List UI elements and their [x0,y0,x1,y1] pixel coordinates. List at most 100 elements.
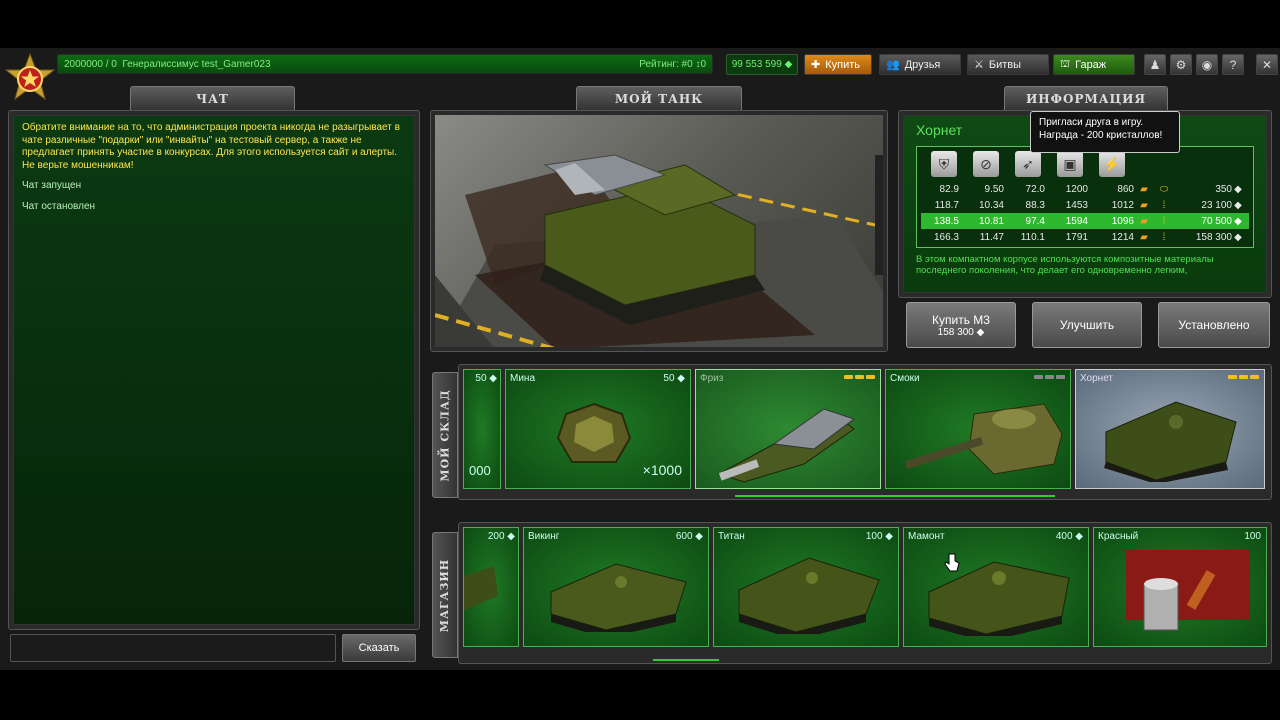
buy-modification-button[interactable]: Купить М3 158 300 ◆ [906,302,1016,348]
garage-button[interactable]: ⛫ Гараж [1053,54,1135,75]
shop-card-mammoth[interactable]: Мамонт 400 ◆ [903,527,1089,647]
shop-card-viking[interactable]: Викинг 600 ◆ [523,527,709,647]
rating-delta: ↕0 [695,58,706,70]
stat-value: 138.5 [933,215,959,227]
rank-icon: ▰ [1140,183,1148,195]
rank-icon: ▰ [1140,215,1148,227]
stat-value: 1096 [1111,215,1134,227]
stat-value: 110.1 [1020,231,1045,243]
crystal-icon: ◆ [507,531,515,542]
stat-value: 1791 [1065,231,1088,243]
card-name: Викинг [528,531,560,542]
stat-value: 82.9 [939,183,959,195]
friends-button[interactable]: 👥 Друзья [879,54,961,75]
rank-icon: ▰ [1140,199,1148,211]
garage-icon: ⛫ [1060,57,1071,70]
rating-text: Рейтинг: #0 [639,58,693,70]
installed-label: Установлено [1178,318,1250,332]
warehouse-card-smoky[interactable]: Смоки [885,369,1071,489]
tab-my-tank-label: МОЙ ТАНК [614,91,704,106]
tab-info-label: ИНФОРМАЦИЯ [1025,91,1147,106]
stat-price: 23 100 [1201,199,1232,211]
battles-button[interactable]: ⚔ Битвы [967,54,1049,75]
crystal-icon: ◆ [1234,231,1242,243]
send-label: Сказать [358,642,400,654]
crystal-icon: ◆ [1234,215,1242,227]
mine-icon [556,402,632,463]
stats-row[interactable]: 138.5 10.81 97.4 1594 1096 ▰ ⁞ 70 500 ◆ [921,213,1249,229]
shop-scrollbar[interactable] [653,659,719,661]
upgrade-level-bars [1034,375,1065,379]
crystal-icon: ◆ [677,373,685,384]
card-name: Хорнет [1080,373,1114,384]
crystal-icon: ◆ [695,531,703,542]
partial-price: 200 [487,531,505,542]
plus-icon: ✚ [811,59,821,71]
chat-system-message: Чат запущен [22,180,82,191]
send-message-button[interactable]: Сказать [342,634,416,662]
stats-row[interactable]: 82.9 9.50 72.0 1200 860 ▰ ⬭ 350 ◆ [921,181,1249,197]
tab-shop[interactable]: МАГАЗИН [432,532,458,658]
stat-value: 11.47 [979,231,1004,243]
tab-info: ИНФОРМАЦИЯ [1004,86,1168,110]
installed-button[interactable]: Установлено [1158,302,1270,348]
close-icon[interactable]: ✕ [1256,54,1278,75]
crystal-icon: ◆ [885,531,893,542]
warehouse-card-mine[interactable]: Мина 50 ◆ ×1000 [505,369,691,489]
card-price: 600 [675,531,693,542]
warehouse-card-freeze[interactable]: Фриз [695,369,881,489]
hull-icon [464,566,498,610]
rank-name: Генералиссимус [122,58,199,70]
tab-chat: ЧАТ [130,86,295,110]
power-icon: ⚡ [1099,151,1125,177]
card-count: ×1000 [642,462,682,478]
freeze-turret-icon [717,408,856,483]
warehouse-card-hornet[interactable]: Хорнет [1075,369,1265,489]
invite-friend-icon[interactable]: ♟ [1144,54,1166,75]
friends-label: Друзья [904,58,941,71]
tank-preview-panel [430,110,888,352]
stat-value: 72.0 [1025,183,1045,195]
crystal-icon: ◆ [1234,183,1242,195]
buy-crystals-button[interactable]: ✚ Купить [804,54,872,75]
stat-value: 9.50 [984,183,1004,195]
shop-card-red-paint[interactable]: Красный 100 [1093,527,1267,647]
help-icon[interactable]: ? [1222,54,1244,75]
chat-log[interactable]: Обратите внимание на то, что администрац… [13,115,415,625]
settings-icon[interactable]: ⚙ [1170,54,1192,75]
friends-icon: 👥 [886,59,900,71]
speed-icon: ⊘ [973,151,999,177]
upgrade-button[interactable]: Улучшить [1032,302,1142,348]
shop-strip: 200 ◆ Викинг 600 ◆ Титан 100 ◆ Мамонт 40… [458,522,1272,664]
shop-card-titan[interactable]: Титан 100 ◆ [713,527,899,647]
partial-count: 000 [469,463,491,478]
upgrade-level-bars [844,375,875,379]
modification-icon: ⁞ [1162,231,1166,243]
shop-card-partial[interactable]: 200 ◆ [463,527,519,647]
tab-warehouse[interactable]: МОЙ СКЛАД [432,372,458,498]
buy-crystals-label: Купить [825,58,860,71]
stat-value: 118.7 [934,199,959,211]
warehouse-scrollbar[interactable] [735,495,1055,497]
warehouse-card-partial[interactable]: 50 ◆ 000 [463,369,501,489]
stat-price: 350 [1215,183,1232,195]
item-description: В этом компактном корпусе используются к… [916,254,1214,276]
modification-icon: ⁞ [1162,215,1166,227]
stat-price: 70 500 [1201,215,1232,227]
crystal-icon: ◆ [976,326,985,338]
tank-3d-view[interactable] [435,115,883,347]
player-name: test_Gamer023 [201,58,271,70]
crystal-icon: ◆ [1234,199,1242,211]
chat-input[interactable] [10,634,336,662]
tab-chat-label: ЧАТ [196,91,229,106]
sound-icon[interactable]: ◉ [1196,54,1218,75]
card-name: Фриз [700,373,724,384]
card-name: Мамонт [908,531,945,542]
stats-row[interactable]: 118.7 10.34 88.3 1453 1012 ▰ ⁞ 23 100 ◆ [921,197,1249,213]
modification-icon: ⬭ [1159,183,1169,195]
card-price: 50 [663,373,675,384]
card-price: 100 [1244,531,1261,542]
stats-row[interactable]: 166.3 11.47 110.1 1791 1214 ▰ ⁞ 158 300 ◆ [921,229,1249,245]
battles-label: Битвы [988,58,1022,71]
xp-text: 2000000 / 0 [64,58,117,70]
